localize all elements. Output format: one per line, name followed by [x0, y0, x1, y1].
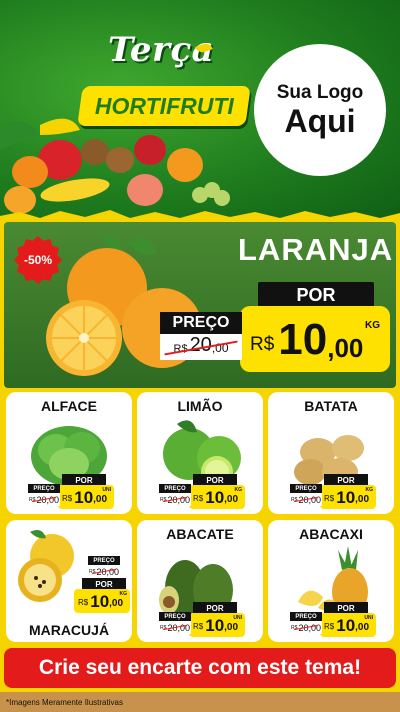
old-label: PREÇO [28, 484, 60, 493]
price-int: 10 [336, 616, 356, 635]
product-name: BATATA [304, 398, 358, 414]
price-int: 10 [205, 616, 225, 635]
product-name: ABACATE [166, 526, 234, 542]
product-name: LIMÃO [177, 398, 223, 414]
old-price: PREÇO R$ 20,00 [290, 484, 322, 506]
featured-unit: KG [365, 320, 380, 331]
footnote: *Imagens Meramente Ilustrativas [6, 698, 123, 707]
cta-banner[interactable]: Crie seu encarte com este tema! [4, 648, 396, 688]
price-tag: R$ 10 ,00 KG [189, 485, 245, 509]
currency: R$ [62, 494, 73, 503]
price-tag: R$ 10 ,00 KG [74, 589, 130, 613]
logo-line1: Sua Logo [276, 82, 364, 103]
product-card[interactable]: BATATA POR R$ 10 ,00 KG PREÇO R$ 20,00 [268, 392, 394, 514]
price-tag: R$ 10 ,00 UNI [320, 613, 376, 637]
old-value-box: R$ 20,00 [290, 621, 322, 634]
product-card[interactable]: MARACUJÁ PREÇO R$ 20,00 POR R$ 10 ,00 KG [6, 520, 132, 642]
price-tag: R$ 10 ,00 UNI [189, 613, 245, 637]
unit: KG [234, 487, 243, 493]
title-section-badge: HORTIFRUTI [77, 86, 251, 126]
old-label: PREÇO [159, 612, 191, 621]
product-card[interactable]: ALFACE POR R$ 10 ,00 UNI PREÇO R$ 20,00 [6, 392, 132, 514]
header-banner: Terça HORTIFRUTI Sua Logo Aqui [0, 0, 400, 222]
unit: KG [365, 487, 374, 493]
product-name: ALFACE [41, 398, 97, 414]
featured-price-dec: ,00 [327, 333, 364, 363]
old-label: PREÇO [88, 556, 120, 565]
featured-price-tag: R$ 10 ,00 KG [240, 306, 390, 372]
title-section: HORTIFRUTI [94, 92, 234, 119]
old-label: PREÇO [159, 484, 191, 493]
unit: UNI [364, 615, 373, 621]
old-label: PREÇO [290, 484, 322, 493]
featured-old-value: R$ 20 ,00 [160, 334, 242, 360]
price-int: 10 [205, 488, 225, 507]
currency: R$ [193, 494, 204, 503]
passion-fruit-image [18, 530, 74, 602]
featured-currency: R$ [250, 334, 275, 355]
currency: R$ [193, 622, 204, 631]
old-value-box: R$ 20,00 [28, 493, 60, 506]
price-dec: ,00 [355, 622, 370, 633]
product-card[interactable]: ABACAXI POR R$ 10 ,00 UNI PREÇO R$ 20,00 [268, 520, 394, 642]
old-value-box: R$ 20,00 [159, 621, 191, 634]
old-value-box: R$ 20,00 [290, 493, 322, 506]
logo-placeholder[interactable]: Sua Logo Aqui [254, 44, 386, 176]
old-value-box: R$ 20,00 [88, 565, 120, 578]
old-price: PREÇO R$ 20,00 [88, 556, 120, 578]
product-card[interactable]: ABACATE POR R$ 10 ,00 UNI PREÇO R$ 20,00 [137, 520, 263, 642]
featured-product-name: LARANJA [238, 232, 394, 267]
currency: R$ [78, 598, 89, 607]
price-int: 10 [74, 488, 94, 507]
price-dec: ,00 [355, 494, 370, 505]
old-price: PREÇO R$ 20,00 [159, 612, 191, 634]
price-dec: ,00 [224, 494, 239, 505]
product-name: ABACAXI [299, 526, 363, 542]
unit: KG [119, 591, 128, 597]
featured-price-int: 10 [278, 315, 328, 364]
price-dec: ,00 [93, 494, 108, 505]
currency: R$ [324, 622, 335, 631]
unit: UNI [233, 615, 242, 621]
currency: R$ [324, 494, 335, 503]
old-value-box: R$ 20,00 [159, 493, 191, 506]
price-int: 10 [90, 592, 110, 611]
featured-por-label: POR [258, 282, 374, 308]
torn-edge [0, 210, 400, 222]
product-name: MARACUJÁ [28, 622, 110, 638]
old-price: PREÇO R$ 20,00 [28, 484, 60, 506]
price-int: 10 [336, 488, 356, 507]
old-label: PREÇO [290, 612, 322, 621]
price-dec: ,00 [224, 622, 239, 633]
logo-line2: Aqui [284, 103, 356, 139]
price-dec: ,00 [109, 598, 124, 609]
price-tag: R$ 10 ,00 KG [320, 485, 376, 509]
unit: UNI [102, 487, 111, 493]
product-card[interactable]: LIMÃO POR R$ 10 ,00 KG PREÇO R$ 20,00 [137, 392, 263, 514]
featured-old-label: PREÇO [160, 312, 242, 334]
price-tag: R$ 10 ,00 UNI [58, 485, 114, 509]
old-price: PREÇO R$ 20,00 [159, 484, 191, 506]
featured-old-price: PREÇO R$ 20 ,00 [160, 312, 242, 370]
old-price: PREÇO R$ 20,00 [290, 612, 322, 634]
